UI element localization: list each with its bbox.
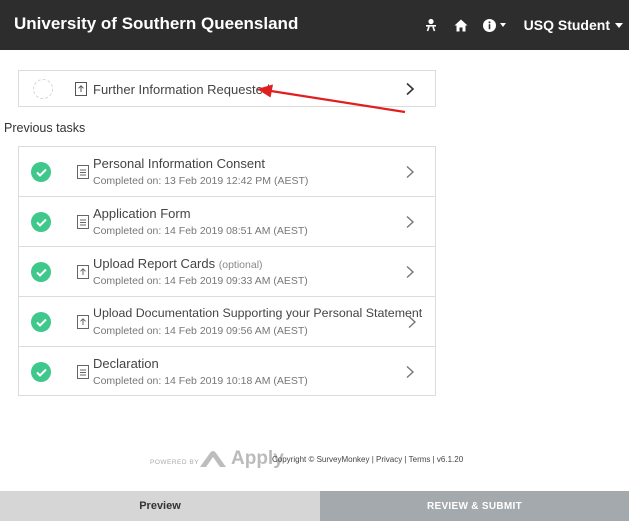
apply-logo[interactable]: Apply <box>198 448 284 470</box>
copyright-links[interactable]: Copyright © SurveyMonkey | Privacy | Ter… <box>272 455 463 464</box>
previous-tasks-heading: Previous tasks <box>4 121 86 135</box>
task-row[interactable]: Upload Report Cards (optional) Completed… <box>19 247 435 297</box>
optional-badge: (optional) <box>218 259 263 271</box>
top-navbar: University of Southern Queensland USQ St… <box>0 0 629 50</box>
task-completed-date: Completed on: 14 Feb 2019 10:18 AM (AEST… <box>93 375 308 387</box>
chevron-right-icon <box>406 215 415 229</box>
check-icon <box>31 312 51 332</box>
navbar-actions: USQ Student <box>410 0 623 50</box>
chevron-down-icon <box>500 23 507 27</box>
task-row[interactable]: Application Form Completed on: 14 Feb 20… <box>19 197 435 247</box>
preview-tab[interactable]: Preview <box>0 491 320 521</box>
powered-by-label: POWERED BY <box>150 459 200 466</box>
document-icon <box>77 165 89 179</box>
task-title: Declaration <box>93 356 159 371</box>
task-row[interactable]: Upload Documentation Supporting your Per… <box>19 297 435 347</box>
task-row[interactable]: Personal Information Consent Completed o… <box>19 147 435 197</box>
user-name: USQ Student <box>523 17 610 33</box>
task-completed-date: Completed on: 13 Feb 2019 12:42 PM (AEST… <box>93 175 309 187</box>
chevron-right-icon <box>408 315 417 329</box>
upload-icon <box>77 265 89 279</box>
review-submit-tab[interactable]: REVIEW & SUBMIT <box>320 491 629 521</box>
apply-logo-icon <box>200 451 226 467</box>
bottom-tab-bar: Preview REVIEW & SUBMIT <box>0 491 629 521</box>
user-menu[interactable]: USQ Student <box>524 17 623 33</box>
home-icon[interactable] <box>452 16 470 34</box>
chevron-right-icon <box>406 365 415 379</box>
document-icon <box>77 365 89 379</box>
check-icon <box>31 262 51 282</box>
site-title[interactable]: University of Southern Queensland <box>14 14 298 34</box>
task-completed-date: Completed on: 14 Feb 2019 08:51 AM (AEST… <box>93 225 308 237</box>
current-task-title: Further Information Requested <box>93 82 271 97</box>
upload-icon <box>75 82 87 96</box>
task-completed-date: Completed on: 14 Feb 2019 09:56 AM (AEST… <box>93 325 308 337</box>
info-icon <box>483 18 497 32</box>
pending-status-icon <box>33 79 53 99</box>
task-completed-date: Completed on: 14 Feb 2019 09:33 AM (AEST… <box>93 275 308 287</box>
chevron-right-icon <box>406 165 415 179</box>
chevron-down-icon <box>615 22 623 28</box>
task-title: Upload Documentation Supporting your Per… <box>93 306 423 320</box>
info-menu[interactable] <box>482 16 508 34</box>
task-title: Personal Information Consent <box>93 156 265 171</box>
check-icon <box>31 362 51 382</box>
previous-tasks-list: Personal Information Consent Completed o… <box>18 146 436 396</box>
task-title-group: Upload Report Cards (optional) <box>93 256 263 271</box>
check-icon <box>31 162 51 182</box>
task-row[interactable]: Declaration Completed on: 14 Feb 2019 10… <box>19 347 435 395</box>
task-title: Application Form <box>93 206 191 221</box>
check-icon <box>31 212 51 232</box>
upload-icon <box>77 315 89 329</box>
accessibility-icon[interactable] <box>422 16 440 34</box>
chevron-right-icon <box>406 265 415 279</box>
task-title: Upload Report Cards <box>93 256 216 271</box>
annotation-arrow <box>257 84 406 114</box>
document-icon <box>77 215 89 229</box>
